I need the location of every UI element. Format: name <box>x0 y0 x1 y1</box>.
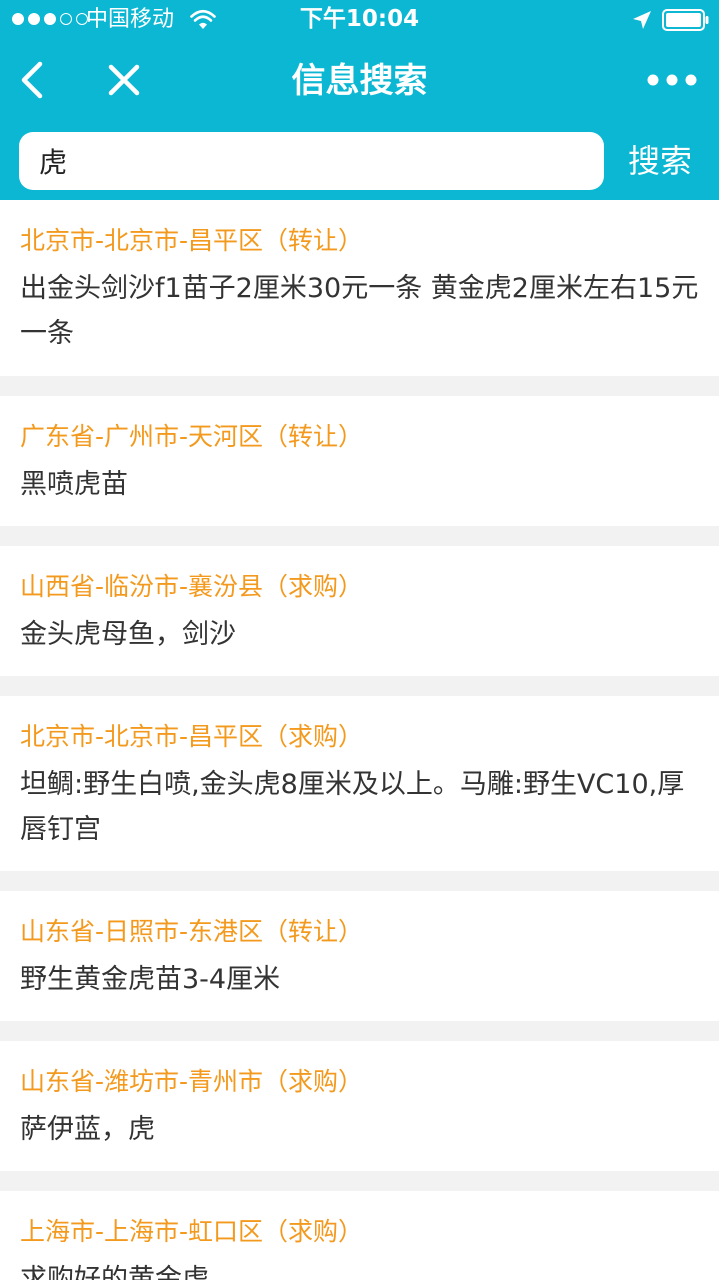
result-location: 广东省-广州市-天河区（转让） <box>20 422 364 451</box>
result-description: 黑喷虎苗 <box>20 469 128 500</box>
nav-bar: 信息搜索 <box>0 40 719 124</box>
result-location: 上海市-上海市-虹口区（求购） <box>20 1217 364 1246</box>
result-description: 金头虎母鱼，剑沙 <box>20 619 236 650</box>
result-location: 北京市-北京市-昌平区（求购） <box>20 722 364 751</box>
result-description: 求购好的黄金虎 <box>20 1264 209 1280</box>
list-item[interactable]: 山东省-日照市-东港区（转让） 野生黄金虎苗3-4厘米 <box>0 891 719 1021</box>
status-bar: 中国移动 下午10:04 <box>0 0 719 40</box>
back-button[interactable] <box>14 58 54 102</box>
result-location: 北京市-北京市-昌平区（转让） <box>20 226 364 255</box>
result-location: 山东省-潍坊市-青州市（求购） <box>20 1067 364 1096</box>
header: 中国移动 下午10:04 信息搜索 虎 搜索 <box>0 0 719 200</box>
status-time: 下午10:04 <box>299 6 420 32</box>
result-location: 山西省-临汾市-襄汾县（求购） <box>20 572 364 601</box>
more-button[interactable] <box>644 66 700 94</box>
search-input[interactable] <box>19 132 604 190</box>
close-button[interactable] <box>102 58 146 102</box>
list-item[interactable]: 山西省-临汾市-襄汾县（求购） 金头虎母鱼，剑沙 <box>0 546 719 676</box>
list-item[interactable]: 上海市-上海市-虹口区（求购） 求购好的黄金虎 <box>0 1191 719 1280</box>
result-description: 坦鲷:野生白喷,金头虎8厘米及以上。马雕:野生VC10,厚唇钉宫 <box>20 769 685 845</box>
search-button[interactable]: 搜索 <box>614 134 706 188</box>
location-arrow-icon <box>633 11 651 29</box>
list-item[interactable]: 北京市-北京市-昌平区（求购） 坦鲷:野生白喷,金头虎8厘米及以上。马雕:野生V… <box>0 696 719 871</box>
list-item[interactable]: 广东省-广州市-天河区（转让） 黑喷虎苗 <box>0 396 719 526</box>
result-location: 山东省-日照市-东港区（转让） <box>20 917 364 946</box>
result-description: 出金头剑沙f1苗子2厘米30元一条 黄金虎2厘米左右15元一条 <box>20 273 699 349</box>
search-bar: 搜索 <box>0 124 719 200</box>
result-description: 萨伊蓝，虎 <box>20 1114 155 1145</box>
list-item[interactable]: 山东省-潍坊市-青州市（求购） 萨伊蓝，虎 <box>0 1041 719 1171</box>
screen: 中国移动 下午10:04 信息搜索 虎 搜索 北京市-北京市-昌平区（转让） 出… <box>0 0 719 1280</box>
result-description: 野生黄金虎苗3-4厘米 <box>20 964 281 995</box>
list-item[interactable]: 北京市-北京市-昌平区（转让） 出金头剑沙f1苗子2厘米30元一条 黄金虎2厘米… <box>0 200 719 376</box>
battery-icon <box>662 9 709 31</box>
